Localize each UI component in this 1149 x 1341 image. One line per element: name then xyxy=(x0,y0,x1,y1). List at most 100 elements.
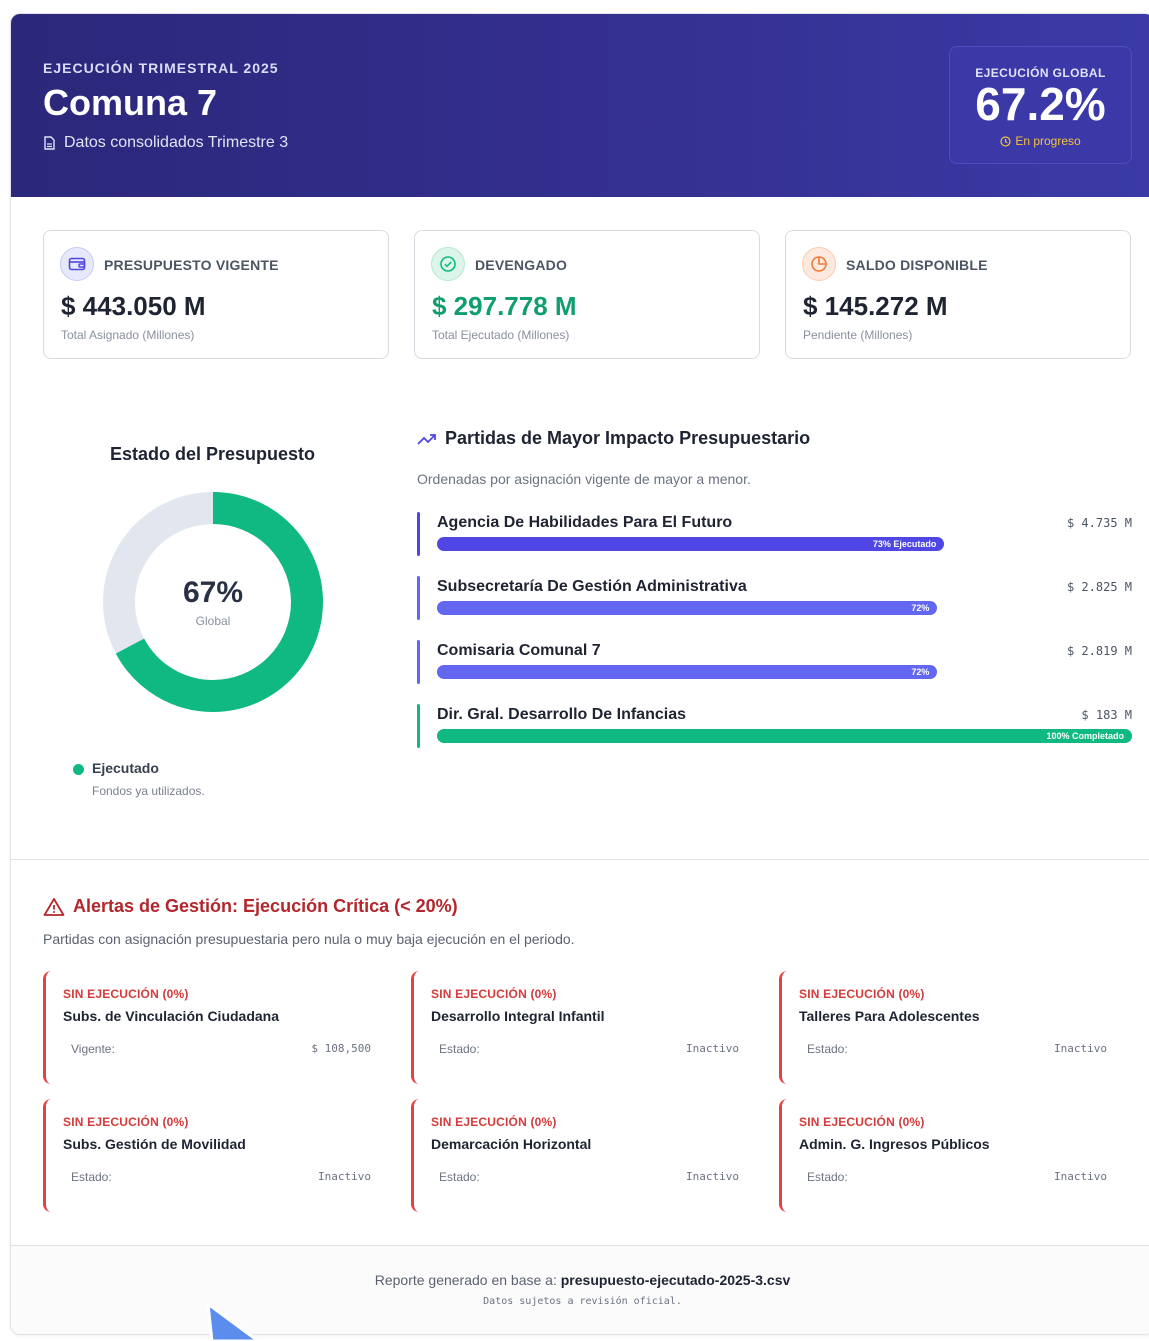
global-execution-value: 67.2% xyxy=(975,78,1106,130)
partida-name: Dir. Gral. Desarrollo De Infancias xyxy=(437,706,686,723)
partida-amount: $ 183 M xyxy=(1081,708,1132,722)
partidas-title-text: Partidas de Mayor Impacto Presupuestario xyxy=(445,428,811,448)
row-accent xyxy=(417,640,420,684)
kpi-card-saldo: SALDO DISPONIBLE $ 145.272 M Pendiente (… xyxy=(785,230,1131,359)
partida-row: Dir. Gral. Desarrollo De Infancias $ 183… xyxy=(417,704,1132,750)
wallet-icon xyxy=(60,247,94,281)
alert-edge xyxy=(43,1099,51,1212)
header-subtitle-text: Datos consolidados Trimestre 3 xyxy=(64,134,289,151)
kpi-note: Pendiente (Millones) xyxy=(803,328,913,342)
alert-value: Inactivo xyxy=(1054,1042,1107,1055)
partida-progress-track: 73% Ejecutado xyxy=(437,537,1132,551)
alert-value: Inactivo xyxy=(686,1170,739,1183)
section-divider xyxy=(11,859,1149,860)
partida-progress-track: 100% Completado xyxy=(437,729,1132,743)
document-icon xyxy=(44,136,55,150)
donut-title: Estado del Presupuesto xyxy=(110,444,316,464)
alert-key: Estado: xyxy=(807,1170,848,1184)
legend-executed-label: Ejecutado xyxy=(92,760,159,776)
kpi-card-devengado: DEVENGADO $ 297.778 M Total Ejecutado (M… xyxy=(414,230,760,359)
donut-center-value: 67% xyxy=(182,576,244,609)
alert-tag: SIN EJECUCIÓN (0%) xyxy=(799,1115,925,1129)
header-subtitle: Datos consolidados Trimestre 3 xyxy=(43,134,288,152)
row-accent xyxy=(417,576,420,620)
alert-edge xyxy=(779,1099,787,1212)
alert-edge xyxy=(779,971,787,1084)
alerts-subtitle: Partidas con asignación presupuestaria p… xyxy=(43,931,575,947)
alert-key: Vigente: xyxy=(71,1042,115,1056)
partida-progress-fill: 73% Ejecutado xyxy=(437,537,945,551)
global-status-text: En progreso xyxy=(1015,134,1081,148)
alerts-title: Alertas de Gestión: Ejecución Crítica (<… xyxy=(43,896,458,917)
kpi-note: Total Asignado (Millones) xyxy=(61,328,195,342)
trending-up-icon xyxy=(417,433,436,445)
page-title: Comuna 7 xyxy=(43,82,218,123)
alert-name: Demarcación Horizontal xyxy=(431,1136,592,1152)
alert-card: SIN EJECUCIÓN (0%) Admin. G. Ingresos Pú… xyxy=(779,1099,1109,1212)
partida-amount: $ 2.819 M xyxy=(1066,644,1132,658)
alert-key: Estado: xyxy=(439,1042,480,1056)
alert-name: Talleres Para Adolescentes xyxy=(799,1008,980,1024)
alert-name: Subs. Gestión de Movilidad xyxy=(63,1136,246,1152)
kpi-value: $ 443.050 M xyxy=(61,291,206,321)
footer-source: Reporte generado en base a: presupuesto-… xyxy=(11,1272,1149,1288)
kpi-card-presupuesto: PRESUPUESTO VIGENTE $ 443.050 M Total As… xyxy=(43,230,389,359)
alert-card: SIN EJECUCIÓN (0%) Talleres Para Adolesc… xyxy=(779,971,1109,1084)
alert-card: SIN EJECUCIÓN (0%) Subs. de Vinculación … xyxy=(43,971,373,1084)
global-execution-card: EJECUCIÓN GLOBAL 67.2% En progreso xyxy=(949,46,1132,164)
alert-name: Desarrollo Integral Infantil xyxy=(431,1008,605,1024)
footer-note: Datos sujetos a revisión oficial. xyxy=(483,1296,682,1307)
partida-progress-track: 72% xyxy=(437,601,1132,615)
footer-file-name: presupuesto-ejecutado-2025-3.csv xyxy=(560,1272,791,1288)
kpi-value: $ 145.272 M xyxy=(803,291,948,321)
kpi-label: SALDO DISPONIBLE xyxy=(846,257,988,273)
partida-name: Comisaria Comunal 7 xyxy=(437,642,601,659)
row-accent xyxy=(417,512,420,556)
alert-tag: SIN EJECUCIÓN (0%) xyxy=(799,987,925,1001)
partida-amount: $ 4.735 M xyxy=(1066,516,1132,530)
check-circle-icon xyxy=(431,247,465,281)
global-status: En progreso xyxy=(950,134,1131,148)
kpi-value: $ 297.778 M xyxy=(432,291,577,321)
partida-progress-fill: 100% Completado xyxy=(437,729,1132,743)
partida-row: Comisaria Comunal 7 $ 2.819 M 72% xyxy=(417,640,1132,686)
alert-value: Inactivo xyxy=(686,1042,739,1055)
partida-name: Subsecretaría De Gestión Administrativa xyxy=(437,578,747,595)
footer-prefix: Reporte generado en base a: xyxy=(374,1272,561,1288)
alert-card: SIN EJECUCIÓN (0%) Demarcación Horizonta… xyxy=(411,1099,741,1212)
alert-card: SIN EJECUCIÓN (0%) Subs. Gestión de Movi… xyxy=(43,1099,373,1212)
alert-name: Subs. de Vinculación Ciudadana xyxy=(63,1008,280,1024)
partida-name: Agencia De Habilidades Para El Futuro xyxy=(437,514,733,531)
alert-value: Inactivo xyxy=(1054,1170,1107,1183)
alert-tag: SIN EJECUCIÓN (0%) xyxy=(431,1115,557,1129)
legend-executed-dot xyxy=(73,764,84,775)
mouse-pointer-icon xyxy=(206,1302,260,1341)
alert-name: Admin. G. Ingresos Públicos xyxy=(799,1136,990,1152)
kpi-label: PRESUPUESTO VIGENTE xyxy=(104,257,279,273)
alerts-title-text: Alertas de Gestión: Ejecución Crítica (<… xyxy=(73,896,458,916)
kpi-label: DEVENGADO xyxy=(475,257,568,273)
alert-tag: SIN EJECUCIÓN (0%) xyxy=(63,987,189,1001)
alert-key: Estado: xyxy=(71,1170,112,1184)
alert-key: Estado: xyxy=(807,1042,848,1056)
clock-icon xyxy=(1000,135,1011,147)
partida-progress-fill: 72% xyxy=(437,665,938,679)
donut-center-label: Global xyxy=(195,614,231,628)
warning-triangle-icon xyxy=(43,897,65,916)
alert-card: SIN EJECUCIÓN (0%) Desarrollo Integral I… xyxy=(411,971,741,1084)
alert-edge xyxy=(43,971,51,1084)
partidas-subtitle: Ordenadas por asignación vigente de mayo… xyxy=(417,471,751,487)
kpi-note: Total Ejecutado (Millones) xyxy=(432,328,570,342)
alert-value: $ 108,500 xyxy=(311,1042,371,1055)
row-accent xyxy=(417,704,420,748)
alert-edge xyxy=(411,971,419,1084)
alert-edge xyxy=(411,1099,419,1212)
pie-chart-icon xyxy=(802,247,836,281)
partida-row: Agencia De Habilidades Para El Futuro $ … xyxy=(417,512,1132,558)
alert-value: Inactivo xyxy=(318,1170,371,1183)
partida-progress-fill: 72% xyxy=(437,601,938,615)
alert-tag: SIN EJECUCIÓN (0%) xyxy=(431,987,557,1001)
report-page: EJECUCIÓN TRIMESTRAL 2025 Comuna 7 Datos… xyxy=(10,13,1149,1335)
partida-amount: $ 2.825 M xyxy=(1066,580,1132,594)
partida-row: Subsecretaría De Gestión Administrativa … xyxy=(417,576,1132,622)
